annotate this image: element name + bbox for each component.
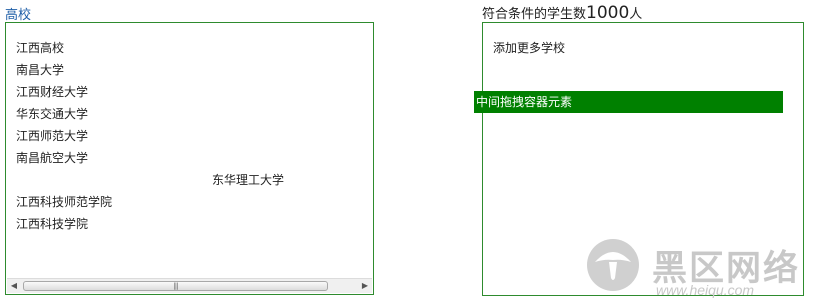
scroll-right-arrow-icon[interactable]: ▶ xyxy=(358,279,372,293)
scroll-left-arrow-icon[interactable]: ◀ xyxy=(7,279,21,293)
student-count-prefix: 符合条件的学生数 xyxy=(482,7,587,22)
site-watermark: 黑区网络 www.heiqu.com xyxy=(586,238,808,300)
school-item[interactable]: 江西科技师范学院 xyxy=(16,191,366,213)
horizontal-scrollbar[interactable]: ◀ ||| ▶ xyxy=(7,278,372,293)
schools-list-panel[interactable]: 江西高校 南昌大学 江西财经大学 华东交通大学 江西师范大学 南昌航空大学 东华… xyxy=(5,22,374,295)
school-list: 江西高校 南昌大学 江西财经大学 华东交通大学 江西师范大学 南昌航空大学 东华… xyxy=(16,37,366,235)
mushroom-logo-icon xyxy=(587,239,639,291)
school-item[interactable]: 江西高校 xyxy=(16,37,366,59)
drag-container-element[interactable]: 中间拖拽容器元素 xyxy=(474,91,783,113)
student-count-value: 1000 xyxy=(586,3,630,23)
school-item[interactable]: 南昌大学 xyxy=(16,59,366,81)
school-item[interactable]: 江西财经大学 xyxy=(16,81,366,103)
student-count-title: 符合条件的学生数1000人 xyxy=(482,3,642,23)
school-item[interactable]: 江西科技学院 xyxy=(16,213,366,235)
add-more-schools-label: 添加更多学校 xyxy=(493,41,566,55)
school-item-offset[interactable]: 东华理工大学 xyxy=(16,169,366,191)
school-item[interactable]: 华东交通大学 xyxy=(16,103,366,125)
school-item[interactable]: 江西师范大学 xyxy=(16,125,366,147)
watermark-url: www.heiqu.com xyxy=(656,282,755,298)
school-item[interactable]: 南昌航空大学 xyxy=(16,147,366,169)
scroll-thumb[interactable]: ||| xyxy=(23,281,328,291)
schools-panel-title: 高校 xyxy=(5,8,32,23)
student-count-suffix: 人 xyxy=(629,7,643,22)
